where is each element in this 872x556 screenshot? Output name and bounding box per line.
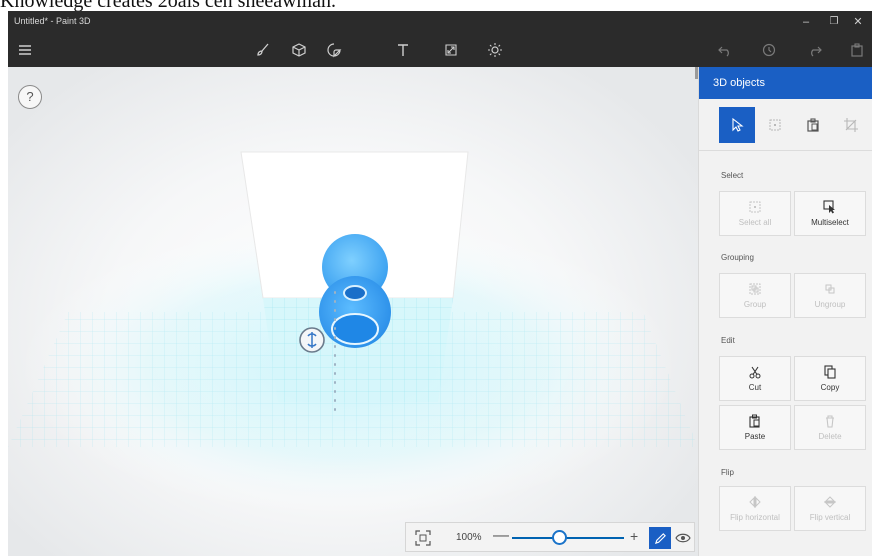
zoom-out-button[interactable]: — xyxy=(493,527,509,545)
paste-tab[interactable] xyxy=(795,107,831,143)
select-all-icon xyxy=(748,200,762,214)
ungroup-button[interactable]: Ungroup xyxy=(794,273,866,318)
paste-button[interactable]: Paste xyxy=(719,405,791,450)
delete-button[interactable]: Delete xyxy=(794,405,866,450)
group-label: Group xyxy=(743,300,767,309)
copy-label: Copy xyxy=(820,383,840,392)
select-box-icon xyxy=(769,119,781,131)
3d-models-tab[interactable] xyxy=(757,107,793,143)
canvas-area[interactable]: ? 100% — + xyxy=(8,67,698,556)
cut-button[interactable]: Cut xyxy=(719,356,791,401)
redo-icon[interactable] xyxy=(802,37,828,63)
fit-to-screen-icon[interactable] xyxy=(414,529,432,547)
menu-icon[interactable] xyxy=(12,37,38,63)
pencil-icon xyxy=(654,532,666,544)
3d-objects-panel: 3D objects Select Select all Multiselect xyxy=(698,67,872,556)
delete-label: Delete xyxy=(818,432,842,441)
view-3d-icon[interactable] xyxy=(674,529,692,547)
pointer-icon xyxy=(732,117,744,132)
select-all-label: Select all xyxy=(738,218,772,227)
effects-icon[interactable] xyxy=(482,37,508,63)
multiselect-button[interactable]: Multiselect xyxy=(794,191,866,236)
crop-tab[interactable] xyxy=(833,107,869,143)
sphere-opening xyxy=(343,285,367,301)
paste-icon[interactable] xyxy=(844,37,870,63)
sphere-bottom-face xyxy=(331,313,379,345)
section-label-flip: Flip xyxy=(721,468,734,477)
flip-horizontal-label: Flip horizontal xyxy=(730,513,780,522)
trash-icon xyxy=(823,414,837,428)
crop-icon xyxy=(844,118,858,132)
copy-icon xyxy=(823,365,837,379)
group-icon xyxy=(748,282,762,296)
scissors-icon xyxy=(748,365,762,379)
paste-icon xyxy=(748,414,762,428)
zoom-in-button[interactable]: + xyxy=(630,528,638,544)
multiselect-label: Multiselect xyxy=(811,218,849,227)
flip-vertical-button[interactable]: Flip vertical xyxy=(794,486,866,531)
main-toolbar xyxy=(8,33,872,67)
history-icon[interactable] xyxy=(756,37,782,63)
paint3d-window: Untitled* - Paint 3D – ❐ ✕ ? 100% — + 3D… xyxy=(8,11,872,556)
panel-tabs xyxy=(699,99,872,151)
section-label-grouping: Grouping xyxy=(721,253,754,262)
select-all-button[interactable]: Select all xyxy=(719,191,791,236)
panel-title: 3D objects xyxy=(699,67,872,99)
sticker-icon[interactable] xyxy=(321,37,347,63)
canvas-resize-icon[interactable] xyxy=(438,37,464,63)
paste-label: Paste xyxy=(744,432,766,441)
title-bar: Untitled* - Paint 3D – ❐ ✕ xyxy=(8,11,872,33)
scene-3d xyxy=(8,151,698,517)
minimize-button[interactable]: – xyxy=(792,11,820,33)
ungroup-icon xyxy=(823,282,837,296)
select-tab[interactable] xyxy=(719,107,755,143)
zoom-slider-thumb[interactable] xyxy=(551,530,567,545)
brush-icon[interactable] xyxy=(250,37,276,63)
flip-horizontal-button[interactable]: Flip horizontal xyxy=(719,486,791,531)
text-icon[interactable] xyxy=(390,37,416,63)
cube-icon[interactable] xyxy=(286,37,312,63)
cut-label: Cut xyxy=(748,383,762,392)
flip-vertical-icon xyxy=(823,495,837,509)
zoom-slider-track[interactable] xyxy=(512,537,624,539)
flip-horizontal-icon xyxy=(748,495,762,509)
multiselect-icon xyxy=(823,200,837,214)
section-label-select: Select xyxy=(721,171,744,180)
window-title: Untitled* - Paint 3D xyxy=(14,16,91,26)
zoom-bar: 100% — + xyxy=(405,522,695,552)
group-button[interactable]: Group xyxy=(719,273,791,318)
close-button[interactable]: ✕ xyxy=(844,11,872,33)
section-label-edit: Edit xyxy=(721,336,735,345)
edit-mode-button[interactable] xyxy=(649,527,671,549)
flip-vertical-label: Flip vertical xyxy=(809,513,851,522)
zoom-level-label: 100% xyxy=(456,532,482,543)
copy-button[interactable]: Copy xyxy=(794,356,866,401)
ungroup-label: Ungroup xyxy=(814,300,846,309)
page-caption: Knowledge creates 2oals cen sheeawman. xyxy=(0,0,336,11)
clipboard-icon xyxy=(807,118,819,132)
undo-icon[interactable] xyxy=(712,37,738,63)
